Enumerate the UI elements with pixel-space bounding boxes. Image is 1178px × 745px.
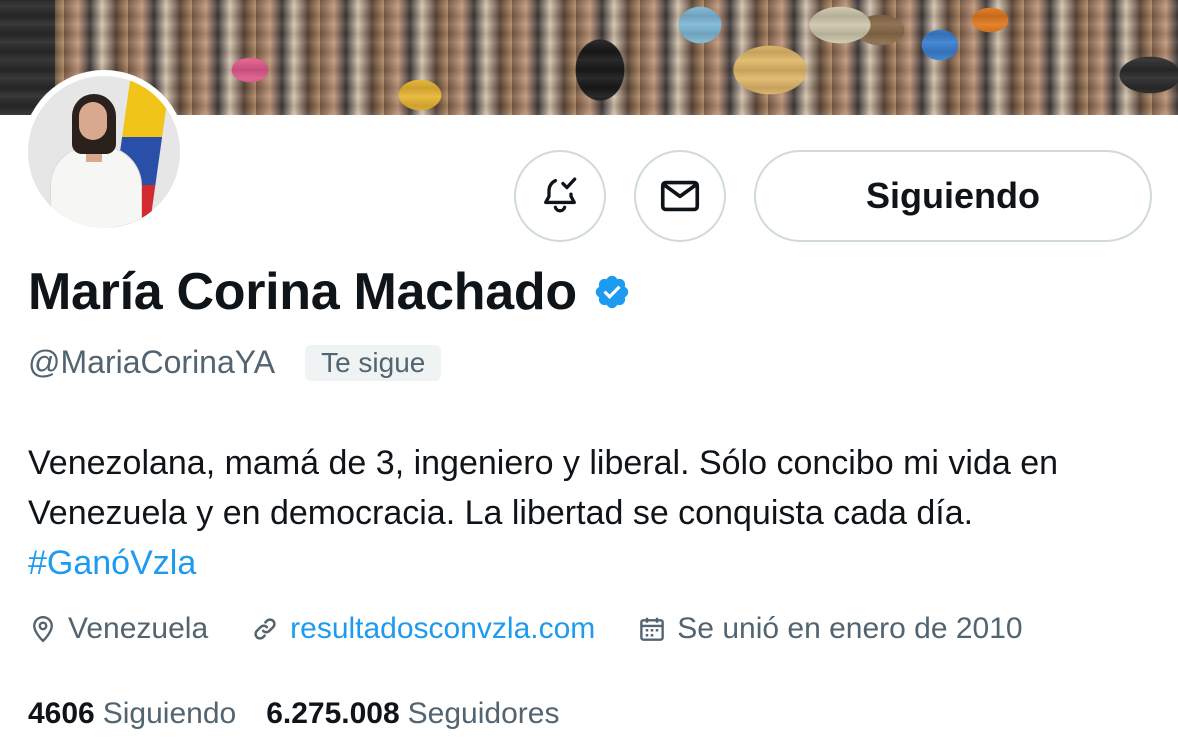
profile-meta: Venezuela resultadosconvzla.com Se unió …	[28, 612, 1065, 646]
message-button[interactable]	[634, 150, 726, 242]
profile-banner-image[interactable]	[0, 0, 1178, 115]
location-pin-icon	[33, 615, 53, 643]
bio-line: Venezuela y en democracia. La libertad s…	[28, 494, 974, 532]
avatar-photo	[28, 76, 180, 228]
following-stat[interactable]: 4606 Siguiendo	[28, 697, 236, 731]
link-icon	[254, 618, 276, 640]
website-link[interactable]: resultadosconvzla.com	[290, 612, 595, 646]
following-label: Siguiendo	[102, 697, 237, 730]
following-count: 4606	[28, 697, 95, 730]
avatar-face	[79, 102, 107, 140]
followers-count: 6.275.008	[266, 697, 400, 730]
location-item: Venezuela	[28, 612, 208, 646]
joined-date: Se unió en enero de 2010	[677, 612, 1023, 645]
bell-check-icon	[544, 177, 577, 213]
handle-row: @MariaCorinaYA Te sigue	[28, 344, 442, 381]
follow-stats: 4606 Siguiendo 6.275.008 Seguidores	[28, 697, 589, 731]
profile-avatar[interactable]	[22, 70, 186, 234]
followers-stat[interactable]: 6.275.008 Seguidores	[266, 697, 559, 731]
joined-item: Se unió en enero de 2010	[637, 612, 1023, 646]
name-row: María Corina Machado	[28, 262, 631, 322]
bio-hashtag-link[interactable]: #GanóVzla	[28, 538, 1158, 588]
following-button[interactable]: Siguiendo	[754, 150, 1152, 242]
display-name: María Corina Machado	[28, 263, 577, 321]
envelope-icon	[660, 180, 700, 212]
user-handle: @MariaCorinaYA	[28, 344, 276, 380]
verified-badge-icon[interactable]	[593, 273, 631, 311]
follows-you-badge: Te sigue	[305, 344, 442, 381]
profile-bio: Venezolana, mamá de 3, ingeniero y liber…	[28, 438, 1158, 588]
calendar-icon	[640, 617, 665, 641]
website-item[interactable]: resultadosconvzla.com	[250, 612, 595, 646]
location-text: Venezuela	[68, 612, 209, 645]
bio-line: Venezolana, mamá de 3, ingeniero y liber…	[28, 444, 1059, 482]
notifications-button[interactable]	[514, 150, 606, 242]
followers-label: Seguidores	[407, 697, 560, 730]
